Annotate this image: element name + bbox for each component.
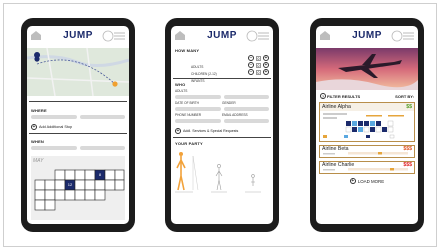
add-stop-label: Add Additional Stop <box>39 125 73 129</box>
adults-stepper[interactable]: − 0 + <box>248 55 269 61</box>
gender-label: GENDER <box>222 101 236 105</box>
result-card-beta[interactable]: Airline Beta $$$ <box>319 145 415 158</box>
plus-icon[interactable]: + <box>263 55 269 61</box>
price-tier: $$ <box>406 104 412 110</box>
plus-icon: + <box>31 124 37 130</box>
traveler-label: INFANTS <box>191 79 205 83</box>
dob-input[interactable] <box>175 107 221 111</box>
special-requests-button[interactable]: + Addl. Services & Special Requests <box>171 125 273 137</box>
load-more-label: LOAD MORE <box>357 178 385 184</box>
minus-icon[interactable]: − <box>248 62 254 68</box>
calendar-day-selected-b[interactable]: 8 <box>96 172 104 177</box>
filter-label: FILTER RESULTS <box>327 93 361 99</box>
price-tier: $$$ <box>403 146 412 152</box>
child-figure-icon <box>215 164 223 191</box>
infant-figure-icon <box>251 174 255 186</box>
plus-icon[interactable]: + <box>263 69 269 75</box>
result-card-alpha[interactable]: Airline Alpha $$ <box>319 102 415 142</box>
route-map[interactable] <box>27 48 129 96</box>
screen-travelers: JUMP HOW MANY ADULTS − 0 + CHILDREN (2-1… <box>171 26 273 224</box>
menu-icon[interactable] <box>246 30 270 42</box>
origin-input[interactable] <box>31 115 77 119</box>
special-requests-label: Addl. Services & Special Requests <box>183 129 239 133</box>
hero-airplane-image <box>316 48 418 90</box>
add-stop-button[interactable]: + Add Additional Stop <box>27 121 129 133</box>
airline-name: Airline Charlie <box>322 162 355 168</box>
phone-where-when: JUMP WHERE + Add Additional Stop WHEN MA… <box>21 18 135 232</box>
calendar: MAY 12 8 <box>31 156 125 220</box>
email-input[interactable] <box>223 119 269 123</box>
infants-stepper[interactable]: − 0 + <box>248 69 269 75</box>
app-header: JUMP <box>171 26 273 48</box>
children-count: 0 <box>256 62 261 68</box>
sort-by-label[interactable]: SORT BY: <box>395 94 414 99</box>
screen-results: JUMP ? FILTER RESULTS SORT BY: Airline A… <box>316 26 418 224</box>
email-label: EMAIL ADDRESS <box>222 113 248 117</box>
minus-icon[interactable]: − <box>248 69 254 75</box>
infants-count: 0 <box>256 69 261 75</box>
calendar-day-selected-a[interactable]: 12 <box>66 182 74 187</box>
price-tier: $$$ <box>403 162 412 168</box>
menu-icon[interactable] <box>102 30 126 42</box>
plus-icon[interactable]: + <box>263 62 269 68</box>
menu-icon[interactable] <box>391 30 415 42</box>
how-many-heading: HOW MANY <box>175 48 200 53</box>
first-name-input[interactable] <box>175 95 221 99</box>
traveler-row-infants: INFANTS − 0 + <box>171 69 273 83</box>
adult-figure-icon <box>176 152 186 191</box>
screen-where-when: JUMP WHERE + Add Additional Stop WHEN MA… <box>27 26 129 224</box>
airline-name: Airline Beta <box>322 146 349 152</box>
phone-results: JUMP ? FILTER RESULTS SORT BY: Airline A… <box>310 18 424 232</box>
filter-results-button[interactable]: ? FILTER RESULTS <box>320 93 360 99</box>
result-card-charlie[interactable]: Airline Charlie $$$ <box>319 161 415 174</box>
traveler-row-children: CHILDREN (2-12) − 0 + <box>171 62 273 76</box>
phone-label: PHONE NUMBER <box>175 113 202 117</box>
traveler-row-adults: ADULTS − 0 + <box>171 55 273 69</box>
minus-icon[interactable]: − <box>248 55 254 61</box>
gender-select[interactable] <box>223 107 269 111</box>
party-figures <box>171 146 273 196</box>
load-more-button[interactable]: + LOAD MORE <box>316 174 418 188</box>
destination-input[interactable] <box>79 115 125 119</box>
airline-name: Airline Alpha <box>322 104 351 110</box>
last-name-input[interactable] <box>223 95 269 99</box>
phone-travelers: JUMP HOW MANY ADULTS − 0 + CHILDREN (2-1… <box>165 18 279 232</box>
plus-icon: + <box>349 178 356 184</box>
phone-input[interactable] <box>175 119 221 123</box>
adults-count: 0 <box>256 55 261 61</box>
return-date-input[interactable] <box>79 146 125 150</box>
dob-label: DATE OF BIRTH <box>175 101 199 105</box>
plus-icon: + <box>175 128 181 134</box>
app-header: JUMP <box>27 26 129 48</box>
app-header: JUMP <box>316 26 418 48</box>
children-stepper[interactable]: − 0 + <box>248 62 269 68</box>
question-icon: ? <box>320 93 326 99</box>
depart-date-input[interactable] <box>31 146 77 150</box>
